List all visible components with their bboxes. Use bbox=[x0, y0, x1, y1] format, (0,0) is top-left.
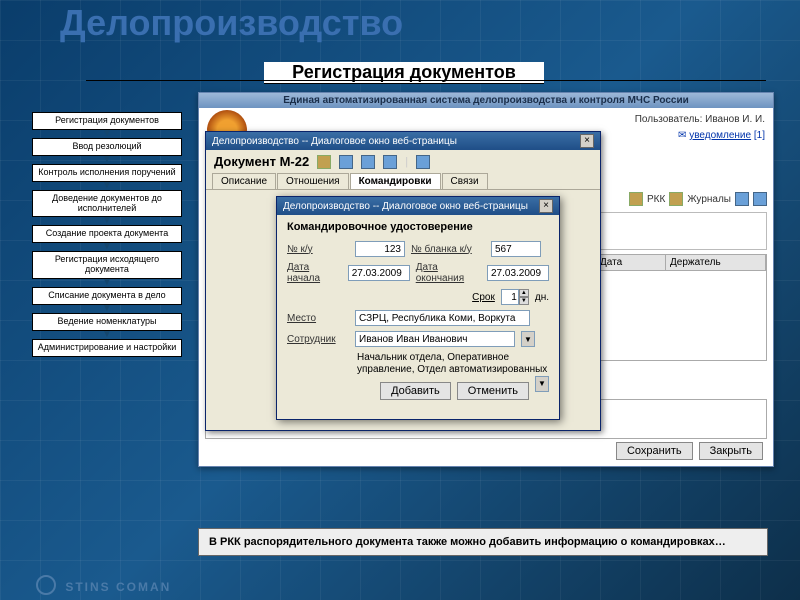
doc-tool-icon[interactable] bbox=[361, 155, 375, 169]
flow-step: Контроль исполнения поручений bbox=[32, 164, 182, 182]
user-info: Пользователь: Иванов И. И. bbox=[635, 114, 765, 125]
brand-logo: STINS COMAN bbox=[36, 571, 171, 594]
spin-up-icon[interactable]: ▲ bbox=[519, 289, 529, 297]
date-end-label: Дата окончания bbox=[416, 262, 481, 284]
tab-relations[interactable]: Отношения bbox=[277, 173, 349, 189]
dropdown-icon[interactable]: ▼ bbox=[521, 331, 535, 347]
employee-input[interactable] bbox=[355, 331, 515, 347]
employee-label: Сотрудник bbox=[287, 334, 349, 345]
cancel-button[interactable]: Отменить bbox=[457, 382, 529, 400]
dialog-title-text: Делопроизводство -- Диалоговое окно веб-… bbox=[212, 136, 457, 147]
tab-links[interactable]: Связи bbox=[442, 173, 488, 189]
journals-link[interactable]: Журналы bbox=[687, 194, 731, 205]
trip-dialog-title-text: Делопроизводство -- Диалоговое окно веб-… bbox=[283, 201, 528, 212]
close-icon[interactable]: × bbox=[539, 199, 553, 213]
slide-caption: В РКК распорядительного документа также … bbox=[198, 528, 768, 556]
document-title: Документ М-22 bbox=[214, 154, 309, 169]
user-label: Пользователь: bbox=[635, 114, 703, 125]
date-end-input[interactable] bbox=[487, 265, 549, 281]
srok-unit: дн. bbox=[535, 292, 549, 303]
doc-tool-icon[interactable] bbox=[339, 155, 353, 169]
add-button[interactable]: Добавить bbox=[380, 382, 451, 400]
tab-description[interactable]: Описание bbox=[212, 173, 276, 189]
rkk-link[interactable]: РКК bbox=[647, 194, 665, 205]
date-start-label: Дата начала bbox=[287, 262, 342, 284]
srok-label: Срок bbox=[472, 292, 495, 303]
journals-icon[interactable] bbox=[669, 192, 683, 206]
tool-icon[interactable] bbox=[735, 192, 749, 206]
trip-heading: Командировочное удостоверение bbox=[287, 221, 549, 233]
document-dialog: Делопроизводство -- Диалоговое окно веб-… bbox=[205, 131, 601, 431]
department-text: Начальник отдела, Оперативное управление… bbox=[357, 352, 549, 376]
trip-dialog-titlebar[interactable]: Делопроизводство -- Диалоговое окно веб-… bbox=[277, 197, 559, 215]
date-start-input[interactable] bbox=[348, 265, 410, 281]
srok-input[interactable] bbox=[501, 289, 519, 305]
dialog-titlebar[interactable]: Делопроизводство -- Диалоговое окно веб-… bbox=[206, 132, 600, 150]
notif-count: [1] bbox=[754, 130, 765, 141]
notif-text: уведомление bbox=[689, 130, 751, 141]
srok-stepper[interactable]: ▲▼ bbox=[501, 289, 529, 305]
doc-tool-icon[interactable] bbox=[317, 155, 331, 169]
notification-link[interactable]: ✉ уведомление [1] bbox=[678, 130, 765, 141]
flow-chart: Регистрация документов ▼ Ввод резолюций … bbox=[32, 112, 182, 357]
app-header: Единая автоматизированная система делопр… bbox=[199, 93, 773, 108]
doc-tool-icon[interactable] bbox=[416, 155, 430, 169]
slide-title: Делопроизводство bbox=[60, 2, 403, 44]
tab-trips[interactable]: Командировки bbox=[350, 173, 441, 189]
brand-text: STINS COMAN bbox=[65, 580, 171, 594]
numku-input[interactable] bbox=[355, 241, 405, 257]
tab-bar: Описание Отношения Командировки Связи bbox=[206, 173, 600, 190]
tool-icon[interactable] bbox=[753, 192, 767, 206]
place-input[interactable] bbox=[355, 310, 530, 326]
numku-label: № к/у bbox=[287, 244, 349, 255]
col-holder[interactable]: Держатель bbox=[666, 255, 766, 270]
brand-icon bbox=[36, 575, 56, 595]
col-date[interactable]: Дата bbox=[596, 255, 666, 270]
place-label: Место bbox=[287, 313, 349, 324]
blank-label: № бланка к/у bbox=[411, 244, 485, 255]
subtitle-underline bbox=[86, 80, 766, 81]
close-button[interactable]: Закрыть bbox=[699, 442, 763, 460]
flow-step: Доведение документов до исполнителей bbox=[32, 190, 182, 218]
flow-step: Регистрация исходящего документа bbox=[32, 251, 182, 279]
save-button[interactable]: Сохранить bbox=[616, 442, 693, 460]
blank-input[interactable] bbox=[491, 241, 541, 257]
user-value: Иванов И. И. bbox=[705, 114, 765, 125]
trip-dialog: Делопроизводство -- Диалоговое окно веб-… bbox=[276, 196, 560, 420]
app-window: Единая автоматизированная система делопр… bbox=[198, 92, 774, 467]
spin-down-icon[interactable]: ▼ bbox=[519, 297, 529, 305]
flow-step: Администрирование и настройки bbox=[32, 339, 182, 357]
rkk-icon[interactable] bbox=[629, 192, 643, 206]
close-icon[interactable]: × bbox=[580, 134, 594, 148]
doc-tool-icon[interactable] bbox=[383, 155, 397, 169]
dropdown-icon[interactable]: ▼ bbox=[535, 376, 549, 392]
